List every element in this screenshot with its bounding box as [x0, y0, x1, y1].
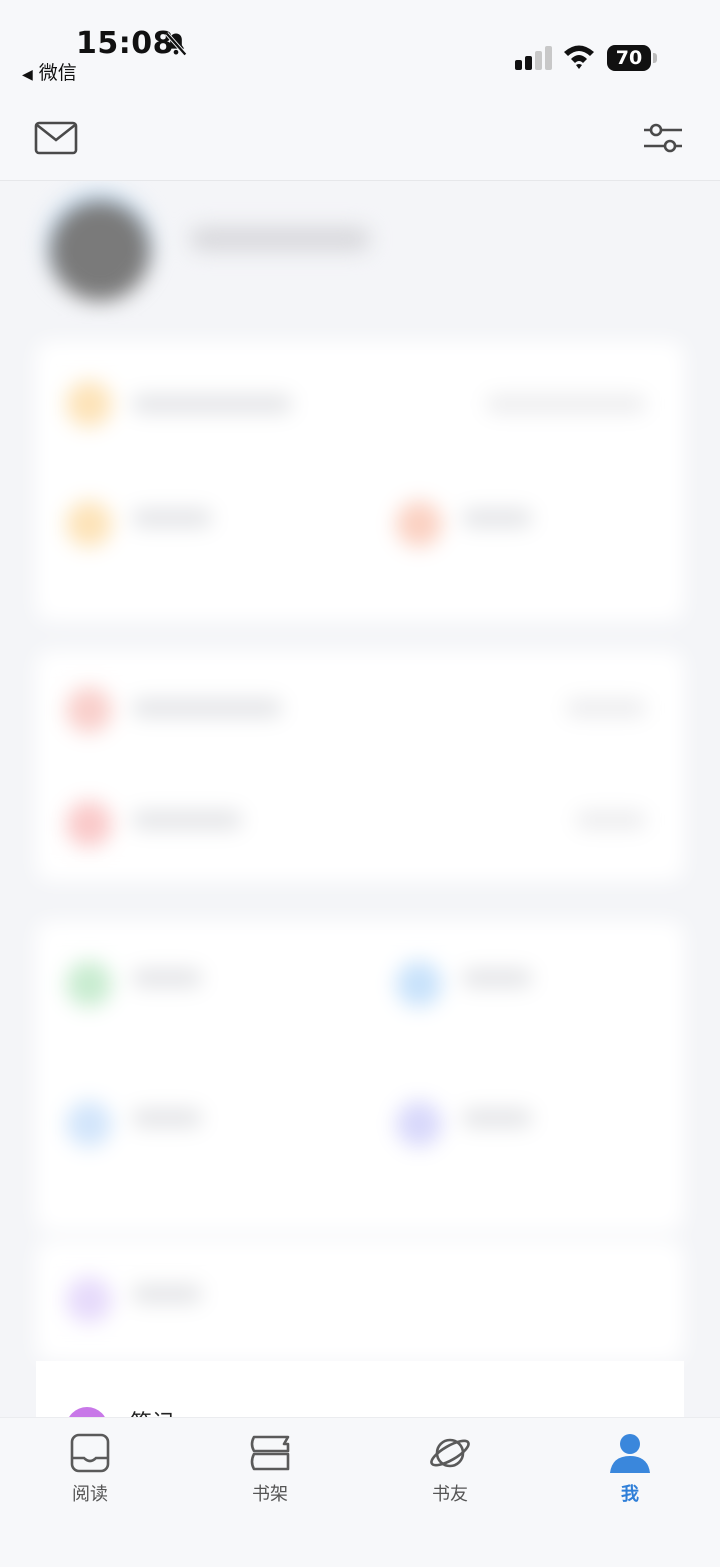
cellular-signal-icon	[515, 46, 552, 70]
vip-card	[36, 651, 684, 881]
books-read-icon	[396, 961, 442, 1007]
tab-friends[interactable]: 书友	[390, 1432, 510, 1512]
gift-label-placeholder	[462, 509, 532, 527]
person-icon	[610, 1434, 650, 1473]
back-app-label: 微信	[38, 62, 77, 84]
books-read-placeholder	[462, 969, 532, 987]
booklist-placeholder	[132, 1285, 202, 1303]
tab-me[interactable]: 我	[570, 1432, 690, 1512]
vip-value-placeholder	[566, 699, 646, 717]
notes-icon	[396, 1101, 442, 1147]
coin-icon	[66, 381, 112, 427]
notes-placeholder	[462, 1109, 532, 1127]
following-icon	[66, 1101, 112, 1147]
following-placeholder	[132, 1109, 202, 1127]
status-bar: 15:08 ◀ 微信 70	[0, 0, 720, 96]
status-time: 15:08	[76, 26, 174, 61]
row-label-placeholder	[132, 395, 292, 413]
top-header	[0, 96, 720, 181]
balance-icon	[66, 501, 112, 547]
planet-icon	[430, 1438, 470, 1468]
card-value-placeholder	[576, 811, 646, 829]
bottom-tab-bar: 阅读 书架 书友 我	[0, 1417, 720, 1567]
account-card	[36, 341, 684, 621]
reading-time-placeholder	[132, 969, 202, 987]
battery-indicator: 70	[607, 45, 651, 71]
bookshelf-icon	[250, 1435, 290, 1471]
blurred-overlay	[0, 181, 720, 1417]
wifi-icon	[564, 45, 594, 69]
card-label-placeholder	[132, 811, 242, 829]
username-placeholder	[190, 227, 370, 251]
tab-bookshelf[interactable]: 书架	[210, 1432, 330, 1512]
stats-card	[36, 921, 684, 1231]
notes-row-label: 笔记	[130, 1405, 174, 1417]
balance-label-placeholder	[132, 509, 212, 527]
tab-read-label: 阅读	[72, 1484, 108, 1505]
vip-icon	[66, 687, 112, 733]
battery-tip	[653, 53, 657, 63]
back-to-wechat-button[interactable]: ◀ 微信	[22, 58, 77, 85]
avatar	[50, 201, 150, 301]
back-arrow-icon: ◀	[22, 67, 33, 83]
battery-level: 70	[615, 47, 643, 69]
booklist-card	[36, 1241, 684, 1361]
profile-content-blurred: 笔记	[0, 181, 720, 1417]
tab-me-label: 我	[621, 1484, 639, 1505]
mail-icon[interactable]	[34, 120, 78, 156]
booklist-icon	[66, 1277, 112, 1323]
gift-icon	[396, 501, 442, 547]
card-icon	[66, 801, 112, 847]
tab-read[interactable]: 阅读	[30, 1432, 150, 1512]
row-value-placeholder	[486, 395, 646, 413]
vip-label-placeholder	[132, 699, 282, 717]
tab-bookshelf-label: 书架	[252, 1484, 288, 1505]
book-icon	[70, 1433, 110, 1473]
filter-icon[interactable]	[642, 120, 684, 156]
tab-friends-label: 书友	[432, 1484, 468, 1505]
reading-time-icon	[66, 961, 112, 1007]
bell-muted-icon	[165, 32, 187, 56]
